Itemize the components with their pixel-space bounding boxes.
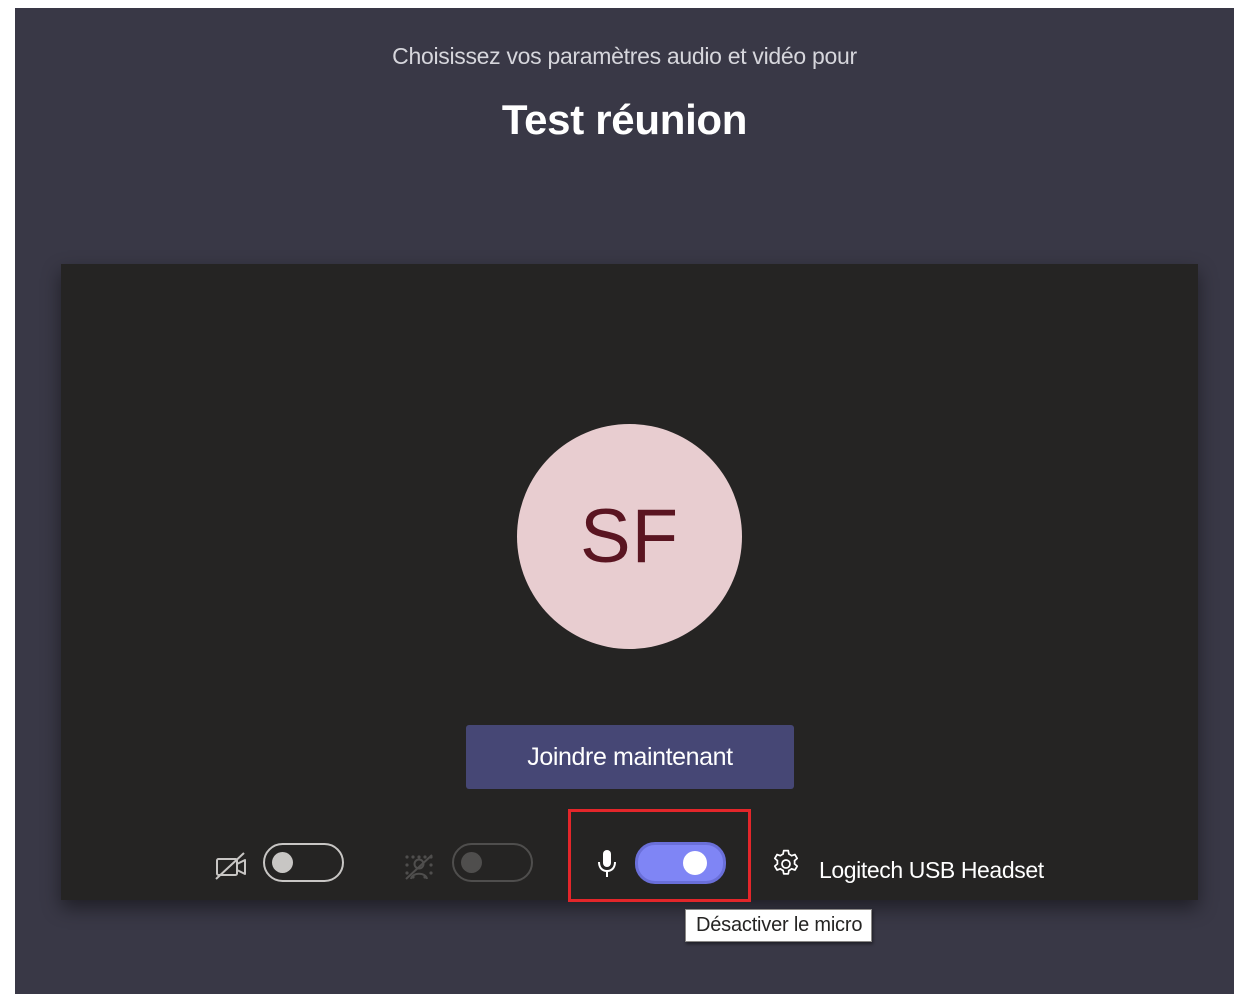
audio-device-settings-label[interactable]: Logitech USB Headset (819, 857, 1044, 884)
pre-join-subtitle: Choisissez vos paramètres audio et vidéo… (392, 43, 857, 69)
camera-toggle[interactable] (263, 843, 344, 882)
microphone-tooltip: Désactiver le micro (685, 909, 873, 942)
microphone-toggle[interactable] (635, 842, 726, 884)
join-now-button[interactable]: Joindre maintenant (466, 725, 794, 789)
background-blur-toggle-knob (461, 852, 482, 873)
background-blur-icon (405, 854, 433, 880)
camera-toggle-knob (272, 852, 293, 873)
video-preview-panel: SF Joindre maintenant Logitech USB Heads… (61, 264, 1198, 902)
device-controls-bar: Logitech USB Headset (61, 829, 1198, 889)
pre-join-screen: Choisissez vos paramètres audio et vidéo… (15, 8, 1234, 994)
background-blur-toggle (452, 843, 533, 882)
microphone-toggle-knob (683, 851, 707, 875)
camera-off-icon[interactable] (214, 851, 250, 881)
meeting-title: Test réunion (501, 96, 748, 143)
avatar: SF (517, 424, 742, 649)
gear-icon[interactable] (770, 848, 802, 880)
microphone-icon[interactable] (596, 848, 618, 880)
